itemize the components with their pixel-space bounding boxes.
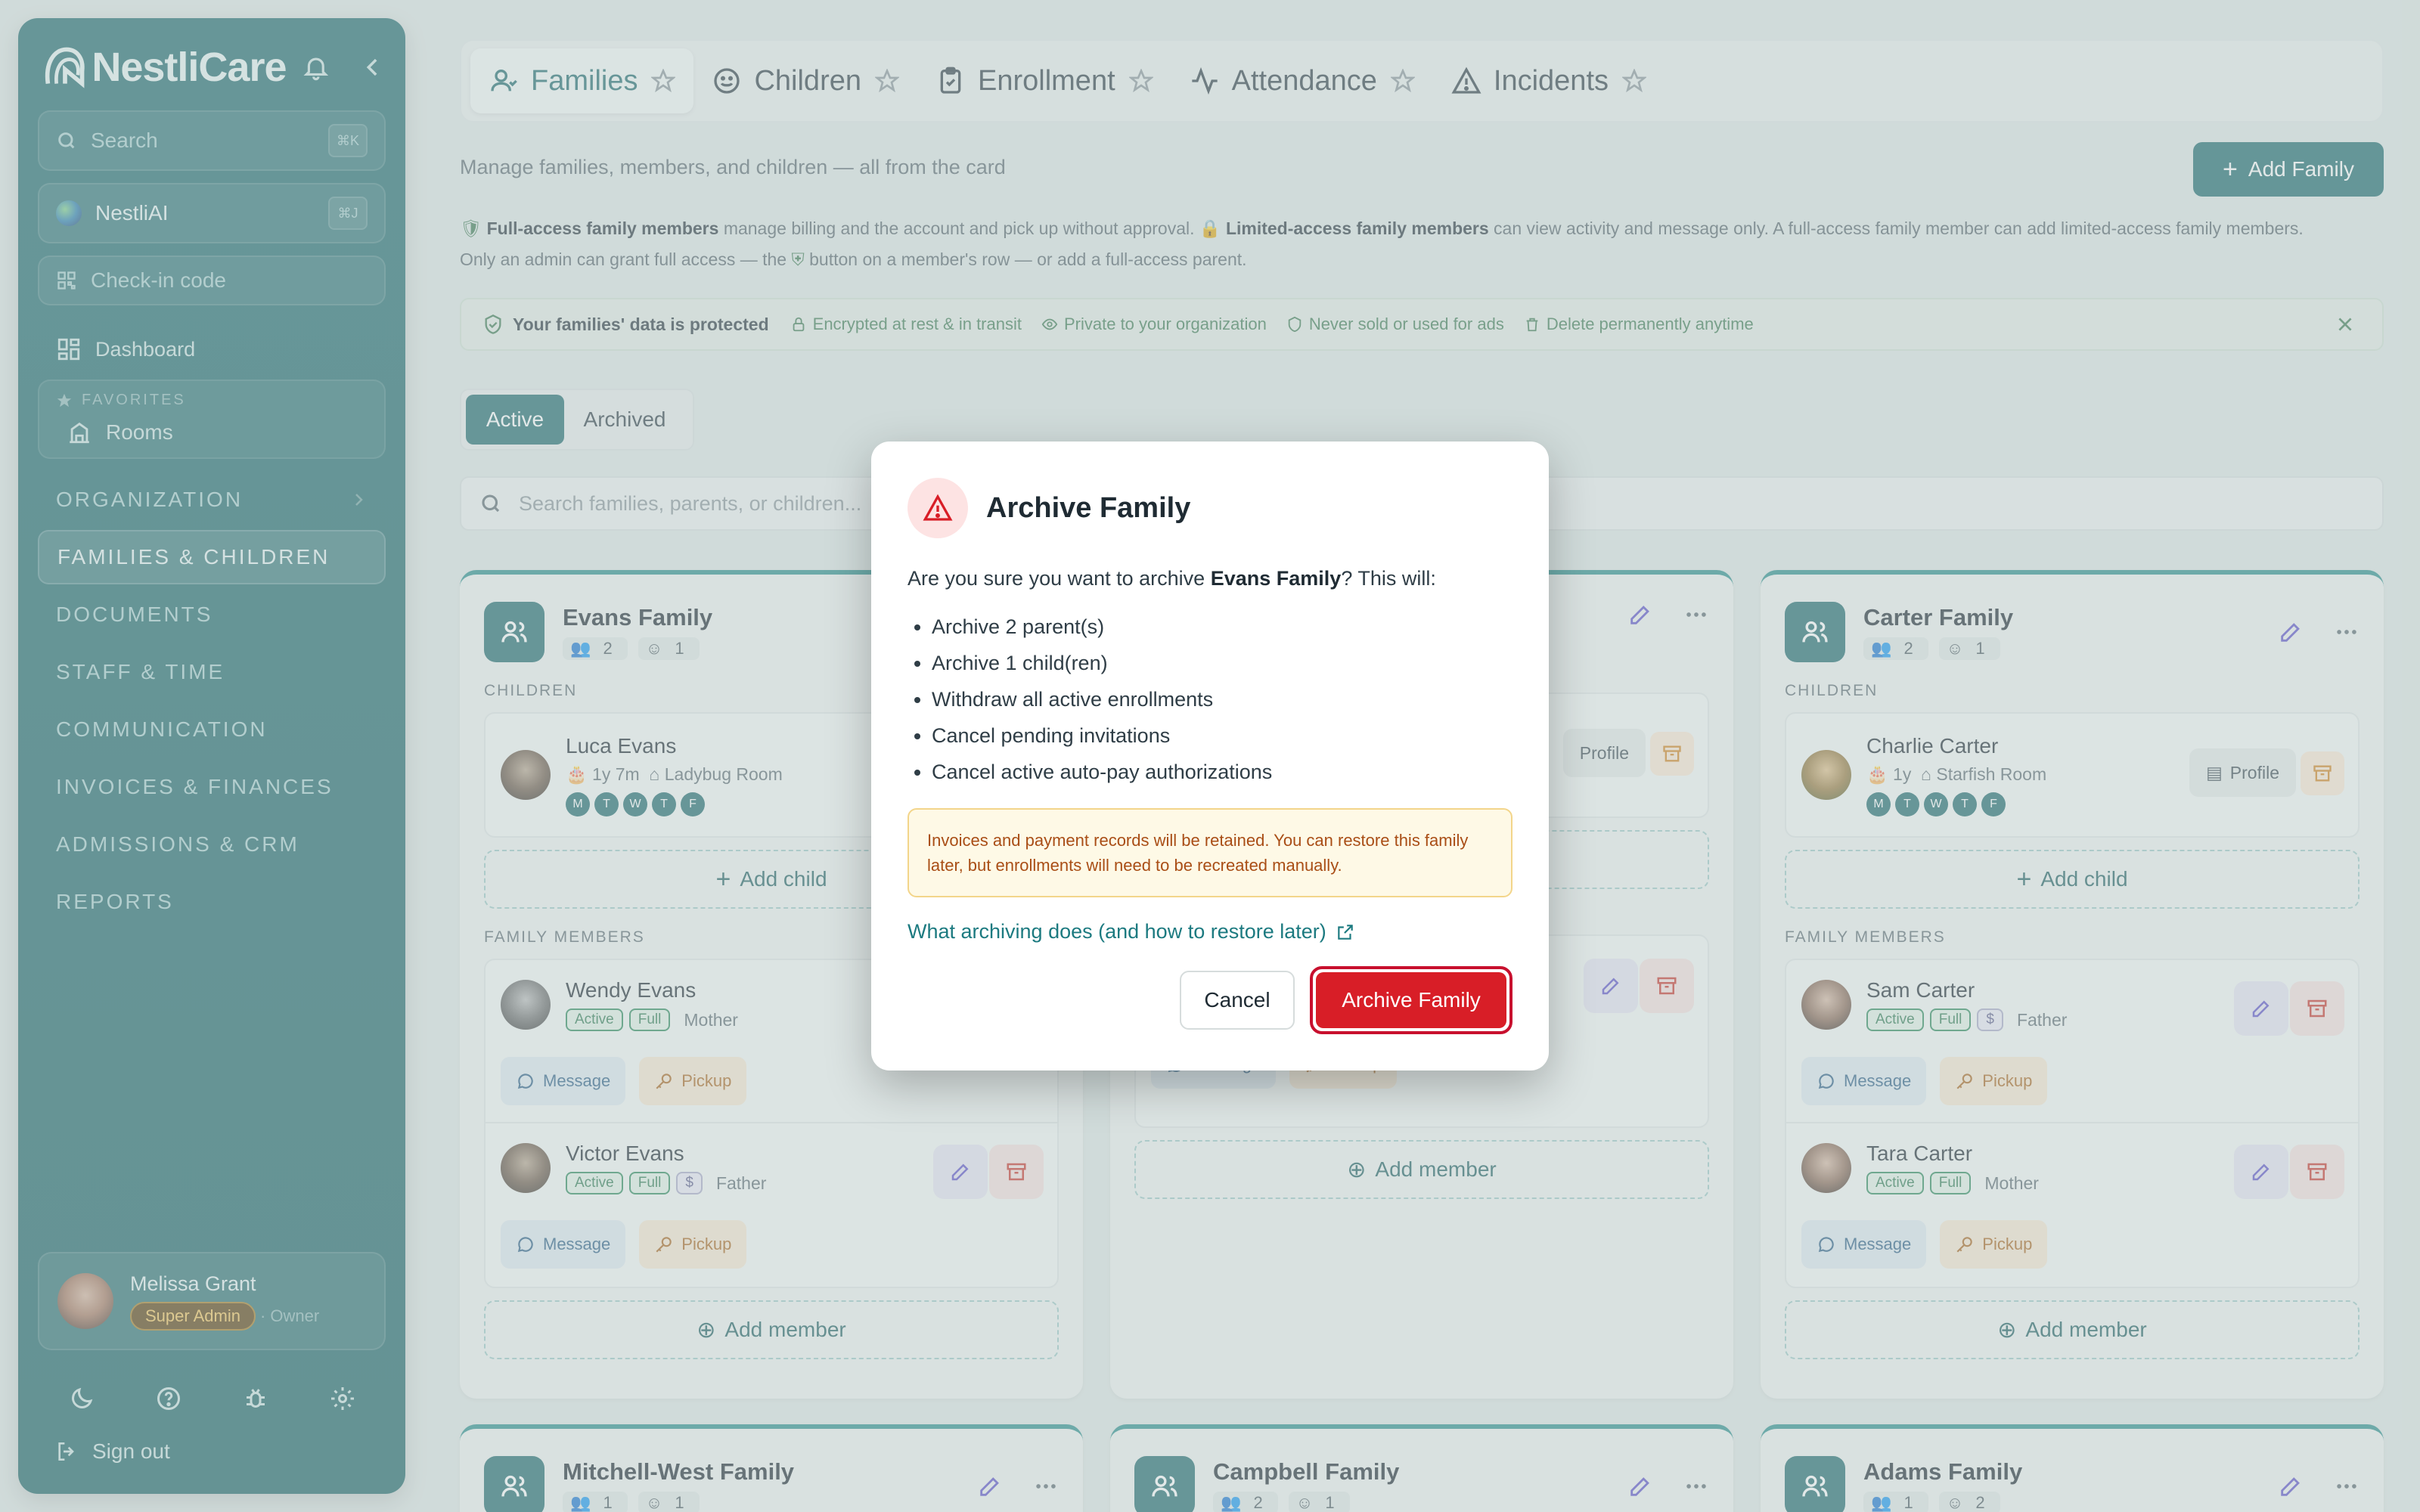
dialog-family-name: Evans Family [1210,567,1342,590]
retention-notice: Invoices and payment records will be ret… [908,808,1512,897]
archive-family-dialog: Archive Family Are you sure you want to … [871,442,1549,1070]
warning-icon [908,478,968,538]
consequence-item: Archive 2 parent(s) [932,609,1512,645]
consequence-item: Withdraw all active enrollments [932,681,1512,717]
external-link-icon [1338,924,1353,940]
archive-family-button[interactable]: Archive Family [1316,972,1506,1028]
dialog-question: Are you sure you want to archive Evans F… [908,567,1436,590]
consequence-item: Cancel pending invitations [932,717,1512,754]
cancel-button[interactable]: Cancel [1180,971,1295,1030]
archive-focus-ring: Archive Family [1310,966,1512,1034]
consequence-item: Archive 1 child(ren) [932,645,1512,681]
consequence-list: Archive 2 parent(s) Archive 1 child(ren)… [908,609,1512,790]
help-link[interactable]: What archiving does (and how to restore … [908,920,1512,943]
dialog-title: Archive Family [986,491,1191,524]
consequence-item: Cancel active auto-pay authorizations [932,754,1512,790]
